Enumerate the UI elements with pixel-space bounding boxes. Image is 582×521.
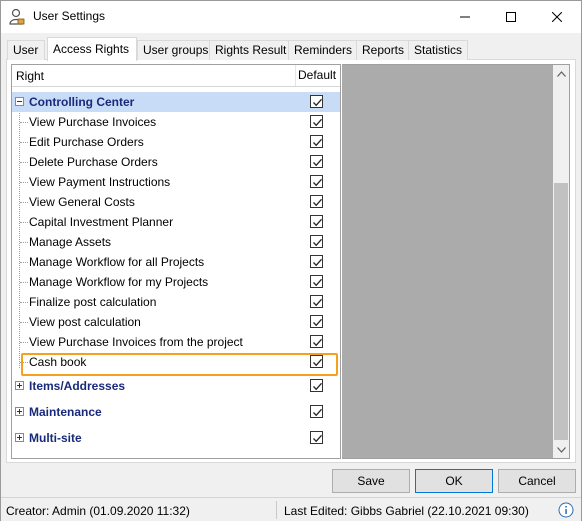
default-checkbox[interactable] [310, 195, 323, 208]
right-label: Controlling Center [29, 95, 135, 109]
right-label: Manage Assets [29, 235, 112, 249]
tab-user[interactable]: User [7, 40, 45, 60]
status-last-edited: Last Edited: Gibbs Gabriel (22.10.2021 0… [284, 504, 529, 518]
tree-row[interactable]: Manage Workflow for my Projects [12, 272, 340, 292]
default-checkbox[interactable] [310, 379, 323, 392]
tree-connector-tick [20, 302, 28, 303]
right-label: Manage Workflow for my Projects [29, 275, 209, 289]
tree-row[interactable]: View Purchase Invoices [12, 112, 340, 132]
access-rights-grid: Right Default Controlling Center View Pur… [11, 64, 341, 459]
expand-icon[interactable] [15, 407, 24, 416]
tree-connector-tick [20, 322, 28, 323]
cash-book-highlight [21, 353, 338, 376]
tree-connector-tick [20, 222, 28, 223]
right-label: View Payment Instructions [29, 175, 171, 189]
default-checkbox[interactable] [310, 135, 323, 148]
right-label: Delete Purchase Orders [29, 155, 158, 169]
default-checkbox[interactable] [310, 235, 323, 248]
default-checkbox[interactable] [310, 335, 323, 348]
status-creator: Creator: Admin (01.09.2020 11:32) [6, 504, 190, 518]
default-checkbox[interactable] [310, 295, 323, 308]
tree-connector-tick [20, 242, 28, 243]
column-header-default[interactable]: Default [295, 65, 336, 86]
expand-icon[interactable] [15, 381, 24, 390]
info-icon[interactable] [558, 502, 574, 518]
tree-row[interactable]: Delete Purchase Orders [12, 152, 340, 172]
scroll-down-button[interactable] [553, 441, 569, 458]
default-checkbox[interactable] [310, 115, 323, 128]
close-button[interactable] [534, 1, 580, 33]
grid-empty-area [342, 64, 553, 459]
tab-access-rights[interactable]: Access Rights [47, 37, 137, 61]
right-label: Items/Addresses [29, 379, 126, 393]
tree-connector-tick [20, 262, 28, 263]
tree-row[interactable]: View post calculation [12, 312, 340, 332]
tree-row[interactable]: Manage Assets [12, 232, 340, 252]
default-checkbox[interactable] [310, 315, 323, 328]
tree-connector-tick [20, 122, 28, 123]
tree-row[interactable]: View Purchase Invoices from the project [12, 332, 340, 352]
default-checkbox[interactable] [310, 405, 323, 418]
tab-statistics[interactable]: Statistics [408, 40, 468, 60]
tree-group-row[interactable]: Maintenance [12, 402, 340, 422]
default-checkbox[interactable] [310, 215, 323, 228]
default-checkbox[interactable] [310, 255, 323, 268]
maximize-button[interactable] [488, 1, 534, 33]
tree-connector-tick [20, 182, 28, 183]
user-settings-window: User Settings User Access Rights User gr… [0, 0, 582, 521]
right-label: Manage Workflow for all Projects [29, 255, 205, 269]
tree-connector-tick [20, 342, 28, 343]
status-separator [276, 501, 277, 519]
right-label: Edit Purchase Orders [29, 135, 144, 149]
tree-connector-tick [20, 202, 28, 203]
tab-rights-result[interactable]: Rights Result [209, 40, 289, 60]
collapse-icon[interactable] [15, 97, 24, 106]
scroll-thumb[interactable] [554, 183, 568, 440]
right-label: Maintenance [29, 405, 102, 419]
cancel-button[interactable]: Cancel [498, 469, 576, 493]
column-header-right[interactable]: Right [16, 69, 44, 83]
tab-reports[interactable]: Reports [356, 40, 409, 60]
tree-connector-tick [20, 142, 28, 143]
default-checkbox[interactable] [310, 275, 323, 288]
tree-group-row[interactable]: Multi-site [12, 428, 340, 448]
tree-row[interactable]: Manage Workflow for all Projects [12, 252, 340, 272]
right-label: Multi-site [29, 431, 82, 445]
tree-row[interactable]: View General Costs [12, 192, 340, 212]
right-label: Finalize post calculation [29, 295, 157, 309]
tree-row[interactable]: View Payment Instructions [12, 172, 340, 192]
tab-user-groups[interactable]: User groups [137, 40, 210, 60]
tab-reminders[interactable]: Reminders [288, 40, 357, 60]
tree-connector-tick [20, 282, 28, 283]
vertical-scrollbar[interactable] [553, 64, 570, 459]
right-label: View General Costs [29, 195, 135, 209]
save-button[interactable]: Save [332, 469, 410, 493]
tree-row[interactable]: Capital Investment Planner [12, 212, 340, 232]
default-checkbox[interactable] [310, 431, 323, 444]
status-bar: Creator: Admin (01.09.2020 11:32) Last E… [1, 497, 581, 521]
title-bar[interactable]: User Settings [1, 1, 581, 33]
right-label: Capital Investment Planner [29, 215, 174, 229]
tree-group-row[interactable]: Controlling Center [12, 92, 340, 112]
minimize-button[interactable] [442, 1, 488, 33]
window-title: User Settings [33, 9, 106, 23]
tree-row[interactable]: Edit Purchase Orders [12, 132, 340, 152]
grid-header: Right Default [12, 65, 340, 87]
right-label: View post calculation [29, 315, 141, 329]
default-checkbox[interactable] [310, 175, 323, 188]
ok-button[interactable]: OK [415, 469, 493, 493]
default-checkbox[interactable] [310, 155, 323, 168]
right-label: View Purchase Invoices from the project [29, 335, 243, 349]
right-label: View Purchase Invoices [29, 115, 157, 129]
expand-icon[interactable] [15, 433, 24, 442]
scroll-up-button[interactable] [553, 65, 569, 82]
tree-group-row[interactable]: Items/Addresses [12, 376, 340, 396]
user-lock-icon [9, 8, 25, 26]
default-checkbox[interactable] [310, 95, 323, 108]
tree-connector-tick [20, 162, 28, 163]
tree-row[interactable]: Finalize post calculation [12, 292, 340, 312]
